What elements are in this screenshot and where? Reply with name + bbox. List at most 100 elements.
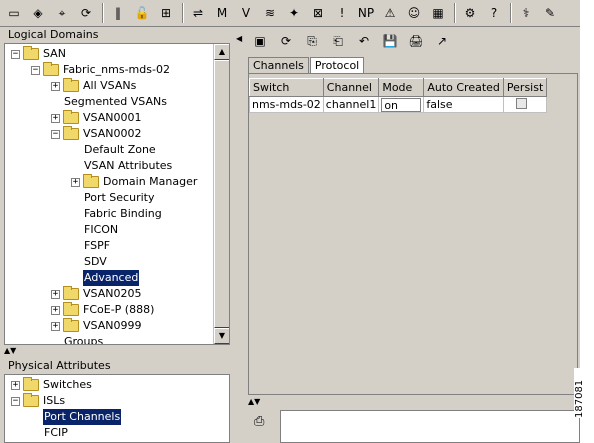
split-arrows-icon[interactable]: ▲▼ <box>4 346 16 355</box>
tree-item-sdv[interactable]: SDV <box>71 254 108 270</box>
expand-icon[interactable]: + <box>51 289 60 299</box>
tree-item-vsan0205[interactable]: + VSAN0205 <box>51 286 142 302</box>
collapse-icon[interactable]: − <box>51 129 60 139</box>
column-header-switch[interactable]: Switch <box>249 78 324 97</box>
folder-icon <box>63 78 79 92</box>
persist-checkbox[interactable] <box>515 97 527 109</box>
tree-item-label: Port Security <box>84 191 155 204</box>
tree-item-label: Domain Manager <box>103 175 198 188</box>
split-arrows-icon[interactable]: ▲▼ <box>248 397 260 406</box>
folder-open-icon[interactable]: ▭ <box>4 3 24 23</box>
vertical-splitter[interactable]: ◀ <box>236 28 244 443</box>
table-area: Switch Channel Mode Auto Created Persist nms… <box>248 73 578 395</box>
tree-item-ficon[interactable]: FICON <box>71 222 119 238</box>
tree-item-fcoe-p-888[interactable]: + FCoE-P (888) <box>51 302 155 318</box>
bottom-pane: ▲▼ ⎙ <box>244 397 580 443</box>
column-header-mode[interactable]: Mode <box>378 78 425 97</box>
paste-icon[interactable]: ⎗ <box>328 31 348 51</box>
scroll-thumb[interactable] <box>214 60 229 328</box>
users-icon[interactable]: ☺ <box>404 3 424 23</box>
folder-icon <box>63 286 79 300</box>
help-icon[interactable]: ? <box>484 3 504 23</box>
expand-icon[interactable]: + <box>71 177 80 187</box>
log-icon[interactable]: ⎙ <box>254 414 270 430</box>
tree-item-all-vsans[interactable]: + All VSANs <box>51 78 137 94</box>
expand-icon[interactable]: + <box>51 321 60 331</box>
tree-item-fcip[interactable]: FCIP <box>31 425 69 441</box>
tree-item-vsan0002[interactable]: − VSAN0002 <box>51 126 142 142</box>
split-left-icon[interactable]: ◀ <box>236 34 242 43</box>
column-header-channel[interactable]: Channel <box>322 78 380 97</box>
zone-icon[interactable]: ✦ <box>284 3 304 23</box>
grid-icon[interactable]: ▦ <box>428 3 448 23</box>
tree-item-fabric-nms-mds-02[interactable]: − Fabric_nms-mds-02 <box>31 62 171 78</box>
tree-item-vsan0999[interactable]: + VSAN0999 <box>51 318 142 334</box>
bottom-splitter[interactable]: ▲▼ <box>244 397 580 408</box>
toolbar-separator <box>454 3 456 23</box>
tree-icon[interactable]: ⊞ <box>156 3 176 23</box>
save-icon[interactable]: 💾 <box>380 31 400 51</box>
expand-icon[interactable]: + <box>51 113 60 123</box>
tree-item-vsan-attributes[interactable]: VSAN Attributes <box>71 158 173 174</box>
undo-icon[interactable]: ↶ <box>354 31 374 51</box>
np-icon[interactable]: NP <box>356 3 376 23</box>
wizard-icon[interactable]: ✎ <box>540 3 560 23</box>
toolbar-separator <box>510 3 512 23</box>
device-manager-icon[interactable]: M <box>212 3 232 23</box>
vertical-bar-icon[interactable]: ‖ <box>108 3 128 23</box>
tree-item-domain-manager[interactable]: + Domain Manager <box>71 174 198 190</box>
print-icon[interactable]: 🖨 <box>406 31 426 51</box>
tab-bar: Channels Protocol <box>248 57 365 74</box>
pane-splitter[interactable]: ▲▼ <box>0 346 236 356</box>
fabric-icon[interactable]: V <box>236 3 256 23</box>
tree-item-san[interactable]: − SAN <box>11 46 67 62</box>
tree-item-groups[interactable]: Groups <box>51 334 104 344</box>
mode-field[interactable]: on <box>381 97 422 112</box>
scroll-down-icon[interactable]: ▼ <box>214 328 229 344</box>
alarm-icon[interactable]: ⚠ <box>380 3 400 23</box>
tree-item-switches[interactable]: + Switches <box>11 377 93 393</box>
expand-icon[interactable]: + <box>51 305 60 315</box>
collapse-icon[interactable]: − <box>31 65 40 75</box>
collapse-icon[interactable]: − <box>11 49 20 59</box>
tree-item-port-channels[interactable]: Port Channels <box>31 409 122 425</box>
column-header-persist[interactable]: Persist <box>502 78 548 97</box>
copy-icon[interactable]: ⎘ <box>302 31 322 51</box>
apply-icon[interactable]: ▣ <box>250 31 270 51</box>
tree-item-default-zone[interactable]: Default Zone <box>71 142 157 158</box>
tools-icon[interactable]: ⚙ <box>460 3 480 23</box>
tree-item-label: VSAN0002 <box>83 127 142 140</box>
tree-item-port-security[interactable]: Port Security <box>71 190 155 206</box>
info-icon[interactable]: ! <box>332 3 352 23</box>
refresh-icon[interactable]: ⟳ <box>276 31 296 51</box>
tab-protocol[interactable]: Protocol <box>309 57 365 74</box>
topology-icon[interactable]: ⇌ <box>188 3 208 23</box>
server-icon[interactable]: ⊠ <box>308 3 328 23</box>
scroll-up-icon[interactable]: ▲ <box>214 44 229 60</box>
export-icon[interactable]: ↗ <box>432 31 452 51</box>
tree-item-fspf[interactable]: FSPF <box>71 238 111 254</box>
flow-icon[interactable]: ≋ <box>260 3 280 23</box>
tree-item-fabric-binding[interactable]: Fabric Binding <box>71 206 163 222</box>
tree-item-vsan0001[interactable]: + VSAN0001 <box>51 110 142 126</box>
tab-channels[interactable]: Channels <box>248 57 309 73</box>
connect-icon[interactable]: ⚕ <box>516 3 536 23</box>
logical-domains-scrollbar[interactable]: ▲ ▼ <box>213 44 229 344</box>
tree-item-label: FCIP <box>44 426 68 439</box>
cell-auto-created: false <box>423 96 504 113</box>
lock-icon[interactable]: 🔓 <box>132 3 152 23</box>
tree-item-advanced[interactable]: Advanced <box>71 270 140 286</box>
expand-icon[interactable]: + <box>51 81 60 91</box>
tree-item-label: ISLs <box>43 394 66 407</box>
binoculars-icon[interactable]: ⌖ <box>52 3 72 23</box>
tree-item-segmented-vsans[interactable]: Segmented VSANs <box>51 94 168 110</box>
folder-icon <box>63 318 79 332</box>
collapse-icon[interactable]: − <box>11 396 20 406</box>
refresh-icon[interactable]: ⟳ <box>76 3 96 23</box>
network-icon[interactable]: ◈ <box>28 3 48 23</box>
tree-item-isls[interactable]: − ISLs <box>11 393 66 409</box>
table-row[interactable]: nms-mds-02 channel1 on false <box>249 96 548 113</box>
logical-domains-tree: ▲ ▼ − SAN − Fabric_nms-mds-02 + All VSANs Segm… <box>4 43 230 345</box>
expand-icon[interactable]: + <box>11 380 20 390</box>
column-header-auto-created[interactable]: Auto Created <box>423 78 504 97</box>
